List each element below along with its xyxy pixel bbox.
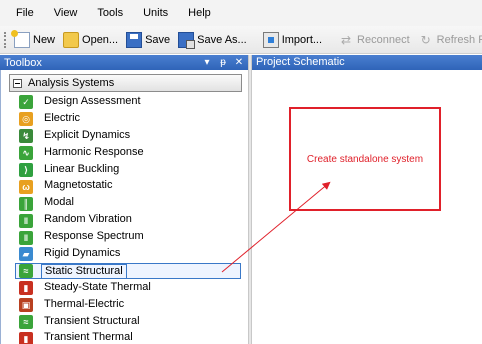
- check-icon: ✓: [19, 95, 33, 110]
- system-item-label: Transient Thermal: [44, 331, 133, 344]
- reconnect-label: Reconnect: [357, 33, 410, 46]
- callout-text: Create standalone system: [306, 153, 424, 165]
- system-item-label: Magnetostatic: [44, 179, 113, 192]
- random-vibration-icon: ‖: [19, 213, 33, 228]
- system-item[interactable]: ║ Modal: [19, 195, 248, 212]
- open-label: Open...: [82, 33, 119, 46]
- annotation-callout: Create standalone system: [289, 107, 441, 211]
- linear-buckling-icon: ⟩: [19, 163, 33, 177]
- schematic-header: Project Schematic: [252, 55, 482, 70]
- refresh-project-button[interactable]: ↻ Refresh Proje: [414, 29, 482, 51]
- toolbox-header: Toolbox ▾ ᵽ ✕: [0, 55, 248, 70]
- new-file-icon: [11, 29, 30, 48]
- explicit-dynamics-icon: ↯: [19, 129, 33, 144]
- import-label: Import...: [281, 33, 323, 46]
- import-button[interactable]: Import...: [259, 29, 326, 51]
- system-item[interactable]: ▮ Transient Thermal: [19, 330, 248, 344]
- system-item[interactable]: ω Magnetostatic: [19, 178, 248, 195]
- toolbox-panel: Analysis Systems ✓ Design Assessment ◎ Elec…: [0, 70, 248, 344]
- transient-structural-icon: ≈: [19, 315, 33, 330]
- main-toolbar: New Open... Save Save As... Import... ⇄ …: [0, 26, 482, 54]
- system-item-label: Transient Structural: [44, 314, 140, 327]
- system-item[interactable]: ↯ Explicit Dynamics: [19, 128, 248, 145]
- magnetostatic-icon: ω: [19, 179, 33, 194]
- dropdown-arrow-icon[interactable]: ▾: [200, 57, 214, 68]
- close-icon[interactable]: ✕: [232, 57, 246, 68]
- system-item-label: Response Spectrum: [44, 230, 144, 243]
- system-item-label: Random Vibration: [44, 213, 132, 226]
- new-label: New: [33, 33, 56, 46]
- system-item-label: Electric: [44, 111, 81, 124]
- system-item[interactable]: ▣ Thermal-Electric: [19, 297, 248, 314]
- thermal-electric-icon: ▣: [19, 298, 33, 313]
- static-structural-icon: ≈: [19, 264, 33, 279]
- menu-file[interactable]: File: [6, 0, 44, 26]
- group-label: Analysis Systems: [28, 77, 115, 89]
- system-item[interactable]: ⟩ Linear Buckling: [19, 162, 248, 179]
- system-item[interactable]: ‖ Response Spectrum: [19, 229, 248, 246]
- system-item[interactable]: ▮ Steady-State Thermal: [19, 280, 248, 297]
- reconnect-button[interactable]: ⇄ Reconnect: [334, 29, 414, 51]
- menu-tools[interactable]: Tools: [87, 0, 133, 26]
- open-button[interactable]: Open...: [59, 29, 122, 51]
- refresh-label: Refresh Proje: [436, 33, 482, 46]
- reconnect-icon: ⇄: [341, 32, 352, 47]
- save-as-button[interactable]: Save As...: [174, 29, 251, 51]
- system-item-label: Static Structural: [41, 263, 127, 279]
- rigid-dynamics-icon: ▰: [19, 247, 33, 262]
- menu-units[interactable]: Units: [133, 0, 178, 26]
- save-disk-icon: [126, 31, 143, 48]
- response-spectrum-icon: ‖: [19, 230, 33, 245]
- system-item-label: Explicit Dynamics: [44, 128, 131, 141]
- import-icon: [262, 31, 279, 48]
- save-as-label: Save As...: [197, 33, 247, 46]
- save-button[interactable]: Save: [122, 29, 174, 51]
- steady-state-thermal-icon: ▮: [19, 281, 33, 296]
- system-item[interactable]: ◎ Electric: [19, 111, 248, 128]
- schematic-title: Project Schematic: [256, 56, 345, 68]
- refresh-icon: ↻: [420, 32, 431, 47]
- open-folder-icon: [63, 31, 80, 48]
- electric-icon: ◎: [19, 112, 33, 127]
- system-item-label: Linear Buckling: [44, 162, 120, 175]
- system-item[interactable]: ≈ Transient Structural: [19, 314, 248, 331]
- menu-bar: File View Tools Units Help: [0, 0, 482, 26]
- save-label: Save: [145, 33, 171, 46]
- pin-icon[interactable]: ᵽ: [216, 57, 230, 68]
- system-item-label: Modal: [44, 196, 74, 209]
- system-item[interactable]: ✓ Design Assessment: [19, 94, 248, 111]
- system-item[interactable]: ∿ Harmonic Response: [19, 145, 248, 162]
- analysis-systems-list: ✓ Design Assessment ◎ Electric ↯ Explicit Dyn…: [1, 94, 248, 344]
- modal-icon: ║: [19, 196, 33, 211]
- collapse-icon[interactable]: [13, 78, 22, 88]
- system-item[interactable]: ‖ Random Vibration: [19, 212, 248, 229]
- new-button[interactable]: New: [10, 29, 59, 51]
- toolbar-grip[interactable]: [4, 31, 6, 48]
- toolbox-title: Toolbox: [4, 56, 42, 69]
- system-item-label: Rigid Dynamics: [44, 246, 121, 259]
- menu-view[interactable]: View: [44, 0, 88, 26]
- system-item-label: Harmonic Response: [44, 145, 144, 158]
- menu-help[interactable]: Help: [178, 0, 221, 26]
- system-item-label: Thermal-Electric: [44, 297, 125, 310]
- transient-thermal-icon: ▮: [19, 331, 33, 344]
- analysis-systems-group[interactable]: Analysis Systems: [9, 74, 242, 92]
- system-item[interactable]: ▰ Rigid Dynamics: [19, 246, 248, 263]
- system-item-label: Design Assessment: [44, 94, 141, 107]
- system-item[interactable]: ≈ Static Structural: [15, 262, 248, 280]
- system-item-label: Steady-State Thermal: [44, 280, 151, 293]
- harmonic-response-icon: ∿: [19, 146, 33, 161]
- save-as-icon: [178, 31, 196, 49]
